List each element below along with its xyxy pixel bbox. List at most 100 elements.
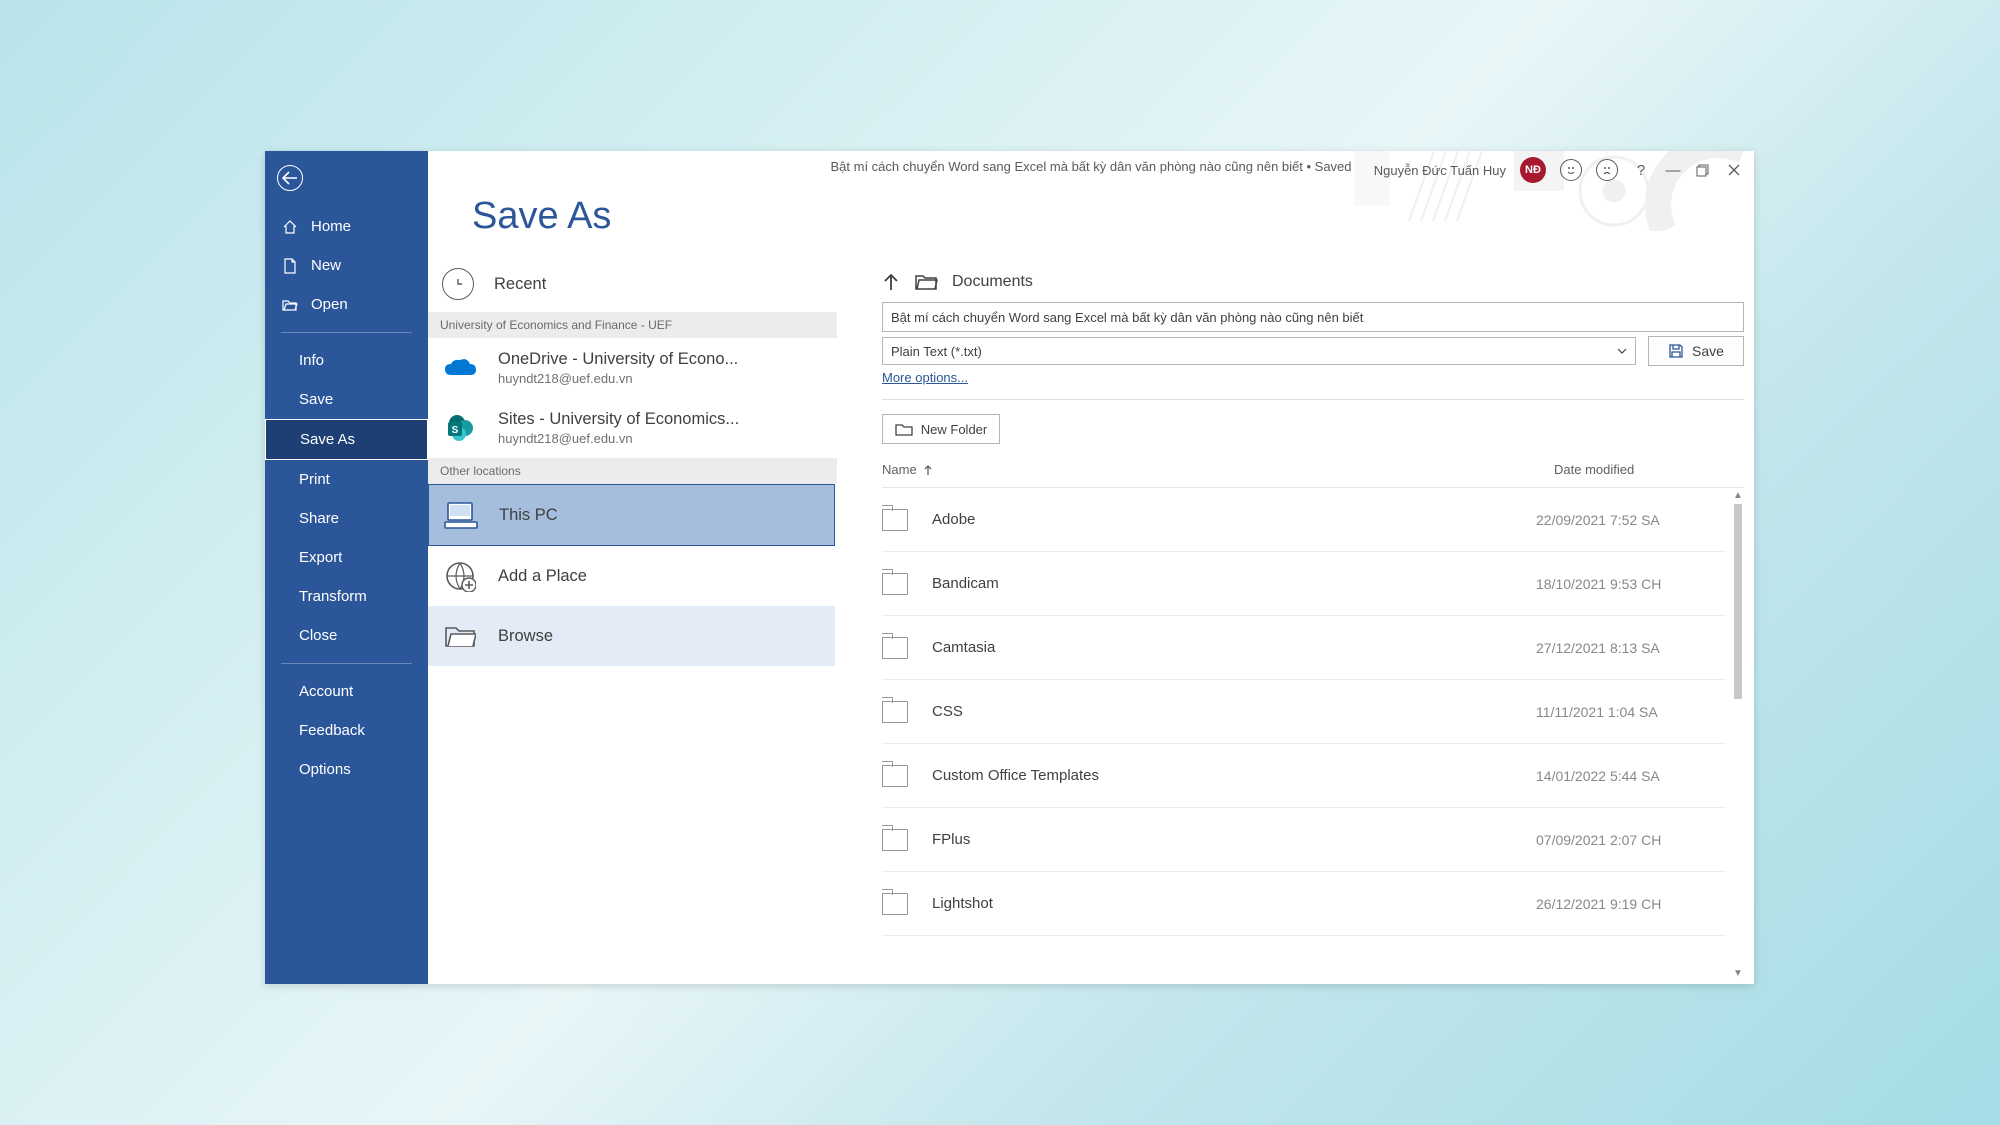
nav-save[interactable]: Save: [265, 380, 428, 419]
restore-button[interactable]: [1696, 164, 1714, 177]
up-button[interactable]: [882, 272, 900, 292]
column-headers: Name Date modified: [882, 444, 1744, 488]
folder-icon: [882, 701, 908, 723]
nav-label: Transform: [299, 588, 367, 605]
folder-icon: [914, 272, 938, 292]
nav-account[interactable]: Account: [265, 672, 428, 711]
divider: [281, 332, 412, 333]
nav-open[interactable]: Open: [265, 285, 428, 324]
folder-name: Camtasia: [932, 639, 1536, 656]
save-button[interactable]: Save: [1648, 336, 1744, 366]
more-options-link[interactable]: More options...: [882, 370, 1744, 385]
folder-icon: [882, 573, 908, 595]
nav-info[interactable]: Info: [265, 341, 428, 380]
header-date[interactable]: Date modified: [1554, 462, 1744, 477]
folder-row[interactable]: Adobe22/09/2021 7:52 SA: [882, 488, 1726, 552]
scroll-thumb[interactable]: [1734, 504, 1742, 699]
folder-date: 18/10/2021 9:53 CH: [1536, 576, 1726, 592]
nav-label: New: [311, 257, 341, 274]
document-icon: [281, 258, 299, 274]
chevron-down-icon: [1617, 348, 1627, 354]
backstage-sidebar: Home New Open Info Save Save As Print Sh…: [265, 151, 428, 984]
content-area: Recent University of Economics and Finan…: [428, 256, 1754, 984]
location-sub: huyndt218@uef.edu.vn: [498, 431, 739, 446]
folder-row[interactable]: Custom Office Templates14/01/2022 5:44 S…: [882, 744, 1726, 808]
nav-feedback[interactable]: Feedback: [265, 711, 428, 750]
scroll-track[interactable]: [1734, 504, 1742, 968]
scroll-down-icon[interactable]: ▼: [1733, 968, 1743, 982]
header-date-label: Date modified: [1554, 462, 1634, 477]
location-sub: huyndt218@uef.edu.vn: [498, 371, 738, 386]
nav-label: Close: [299, 627, 337, 644]
folder-row[interactable]: FPlus07/09/2021 2:07 CH: [882, 808, 1726, 872]
nav-print[interactable]: Print: [265, 460, 428, 499]
nav-label: Open: [311, 296, 348, 313]
location-label: Browse: [498, 627, 553, 646]
location-sites[interactable]: S Sites - University of Economics... huy…: [428, 398, 835, 458]
folder-date: 26/12/2021 9:19 CH: [1536, 896, 1726, 912]
nav-label: Save: [299, 391, 333, 408]
new-folder-button[interactable]: New Folder: [882, 414, 1000, 444]
file-browser: Documents Plain Text (*.txt): [837, 256, 1754, 984]
folder-icon: [442, 618, 478, 654]
location-browse[interactable]: Browse: [428, 606, 835, 666]
close-button[interactable]: [1728, 164, 1746, 176]
folder-icon: [895, 422, 913, 436]
smile-icon[interactable]: [1560, 159, 1582, 181]
nav-label: Home: [311, 218, 351, 235]
nav-transform[interactable]: Transform: [265, 577, 428, 616]
file-list: Adobe22/09/2021 7:52 SABandicam18/10/202…: [882, 488, 1726, 936]
clock-icon: [442, 268, 474, 300]
breadcrumb-row: Documents: [882, 266, 1744, 302]
new-folder-label: New Folder: [921, 422, 987, 437]
folder-date: 14/01/2022 5:44 SA: [1536, 768, 1726, 784]
nav-label: Account: [299, 683, 353, 700]
help-button[interactable]: ?: [1632, 162, 1650, 179]
nav-label: Info: [299, 352, 324, 369]
folder-icon: [882, 765, 908, 787]
filetype-combo[interactable]: Plain Text (*.txt): [882, 337, 1636, 365]
location-label: OneDrive - University of Econo...: [498, 350, 738, 369]
nav-label: Feedback: [299, 722, 365, 739]
nav-share[interactable]: Share: [265, 499, 428, 538]
header-name-label: Name: [882, 462, 917, 477]
breadcrumb-label[interactable]: Documents: [952, 273, 1033, 291]
location-this-pc[interactable]: This PC: [428, 484, 835, 546]
filename-input[interactable]: [882, 302, 1744, 332]
header-name[interactable]: Name: [882, 462, 1554, 477]
folder-name: Bandicam: [932, 575, 1536, 592]
folder-name: Adobe: [932, 511, 1536, 528]
location-recent[interactable]: Recent: [428, 256, 835, 312]
folder-row[interactable]: Bandicam18/10/2021 9:53 CH: [882, 552, 1726, 616]
minimize-button[interactable]: —: [1664, 162, 1682, 179]
nav-save-as[interactable]: Save As: [265, 419, 428, 460]
user-name[interactable]: Nguyễn Đức Tuấn Huy: [1374, 163, 1506, 178]
location-add-place[interactable]: Add a Place: [428, 546, 835, 606]
frown-icon[interactable]: [1596, 159, 1618, 181]
location-label: Add a Place: [498, 567, 587, 586]
back-button[interactable]: [265, 151, 428, 195]
nav-close[interactable]: Close: [265, 616, 428, 655]
folder-row[interactable]: CSS11/11/2021 1:04 SA: [882, 680, 1726, 744]
folder-row[interactable]: Lightshot26/12/2021 9:19 CH: [882, 872, 1726, 936]
nav-new[interactable]: New: [265, 246, 428, 285]
scrollbar[interactable]: ▲ ▼: [1732, 490, 1744, 982]
arrow-left-icon: [277, 165, 303, 191]
nav-home[interactable]: Home: [265, 207, 428, 246]
page-title: Save As: [428, 173, 1754, 256]
location-label: Sites - University of Economics...: [498, 410, 739, 429]
folder-date: 27/12/2021 8:13 SA: [1536, 640, 1726, 656]
home-icon: [281, 219, 299, 235]
nav-export[interactable]: Export: [265, 538, 428, 577]
folder-name: Lightshot: [932, 895, 1536, 912]
folder-row[interactable]: Camtasia27/12/2021 8:13 SA: [882, 616, 1726, 680]
location-onedrive[interactable]: OneDrive - University of Econo... huyndt…: [428, 338, 835, 398]
folder-date: 11/11/2021 1:04 SA: [1536, 704, 1726, 720]
add-place-icon: [442, 558, 478, 594]
nav-label: Share: [299, 510, 339, 527]
folder-name: FPlus: [932, 831, 1536, 848]
nav-options[interactable]: Options: [265, 750, 428, 789]
title-bar: Bật mí cách chuyển Word sang Excel mà bấ…: [428, 151, 1754, 173]
scroll-up-icon[interactable]: ▲: [1733, 490, 1743, 504]
avatar[interactable]: NĐ: [1520, 157, 1546, 183]
